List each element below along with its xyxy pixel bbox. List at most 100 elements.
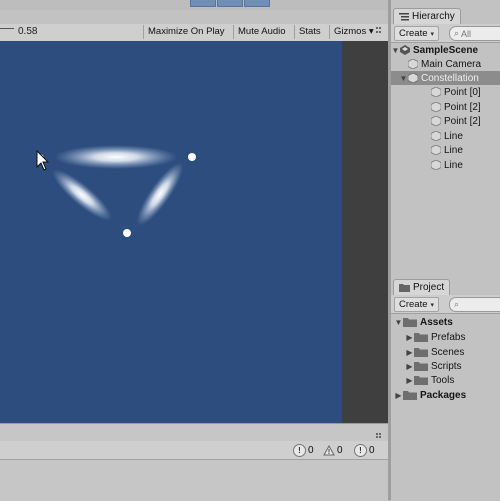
hierarchy-panel: Hierarchy Create ▾ ⌕ All ▼ SampleScene M… <box>391 8 500 278</box>
create-button[interactable]: Create ▾ <box>394 297 440 312</box>
expand-arrow-icon: ▶ <box>395 390 402 400</box>
folder-icon <box>414 376 428 385</box>
constellation-render <box>36 145 196 237</box>
unity-scene-icon <box>400 45 410 55</box>
pause-button[interactable] <box>217 0 243 7</box>
item-label: Main Camera <box>421 58 482 70</box>
item-label: Line <box>444 130 463 142</box>
game-viewport[interactable] <box>0 41 342 423</box>
point-dot <box>188 153 196 161</box>
warning-count-toggle[interactable]: 0 <box>323 443 343 457</box>
scene-name: SampleScene <box>413 44 479 56</box>
folder-label: Scenes <box>431 346 465 358</box>
folder-icon <box>399 284 410 292</box>
create-button[interactable]: Create ▾ <box>394 26 440 41</box>
folder-icon <box>403 391 417 400</box>
warning-count: 0 <box>337 444 343 456</box>
gizmos-button[interactable]: Gizmos ▾ <box>329 25 378 39</box>
tab-hierarchy[interactable]: Hierarchy <box>393 8 461 24</box>
search-placeholder: All <box>461 28 472 39</box>
hierarchy-item-point[interactable]: Point [2] <box>431 100 500 114</box>
folder-icon <box>414 348 428 357</box>
error-icon: ! <box>354 443 367 457</box>
hierarchy-item-constellation[interactable]: ▼ Constellation <box>391 71 500 85</box>
scale-slider[interactable] <box>0 28 14 29</box>
gameobject-icon <box>431 116 441 126</box>
panel-menu-icon[interactable] <box>376 27 384 36</box>
gameobject-icon <box>431 145 441 155</box>
hierarchy-search-input[interactable]: ⌕ All <box>449 26 500 41</box>
console-panel: ! 0 0 ! 0 <box>0 423 388 501</box>
gizmos-label: Gizmos <box>334 26 367 37</box>
collapse-arrow-icon: ▼ <box>394 317 403 327</box>
play-button[interactable] <box>190 0 216 7</box>
folder-label: Scripts <box>431 360 462 372</box>
line-glow <box>54 145 178 169</box>
folder-packages[interactable]: ▶ Packages <box>394 388 500 402</box>
panel-menu-icon[interactable] <box>376 433 384 439</box>
info-icon: ! <box>293 443 306 457</box>
scale-value: 0.58 <box>18 26 38 37</box>
hierarchy-item-point[interactable]: Point [0] <box>431 85 500 99</box>
console-toolbar: ! 0 0 ! 0 <box>0 441 388 460</box>
folder-assets[interactable]: ▼ Assets <box>394 315 500 329</box>
toolbar-strip <box>0 0 388 10</box>
gameobject-icon <box>431 102 441 112</box>
log-count: 0 <box>308 444 314 456</box>
folder-label: Prefabs <box>431 331 466 343</box>
folder-prefabs[interactable]: ▶ Prefabs <box>405 330 500 344</box>
folder-tools[interactable]: ▶ Tools <box>405 373 500 387</box>
chevron-down-icon: ▾ <box>430 301 435 309</box>
tab-project[interactable]: Project <box>393 279 451 295</box>
hierarchy-item-line[interactable]: Line <box>431 129 500 143</box>
line-glow <box>52 169 112 221</box>
gameobject-icon <box>431 131 441 141</box>
folder-scripts[interactable]: ▶ Scripts <box>405 359 500 373</box>
hierarchy-item-line[interactable]: Line <box>431 143 500 157</box>
gameobject-icon <box>408 59 418 69</box>
maximize-on-play-button[interactable]: Maximize On Play <box>143 25 229 39</box>
search-icon: ⌕ <box>454 299 460 309</box>
stats-button[interactable]: Stats <box>294 25 325 39</box>
folder-icon <box>403 318 417 327</box>
item-label: Constellation <box>421 72 479 84</box>
item-label: Point [0] <box>444 86 481 98</box>
mute-audio-button[interactable]: Mute Audio <box>233 25 290 39</box>
project-panel: Project Create ▾ ⌕ ▼ Assets ▶ Prefabs ▶ … <box>391 279 500 500</box>
folder-label: Tools <box>431 374 455 386</box>
viewport-margin <box>342 41 388 423</box>
folder-label: Packages <box>420 389 467 401</box>
item-label: Point [2] <box>444 115 481 127</box>
error-count: 0 <box>369 444 375 456</box>
line-glow <box>136 162 184 226</box>
expand-arrow-icon: ▶ <box>406 375 413 385</box>
collapse-arrow-icon: ▼ <box>399 73 408 83</box>
search-icon: ⌕ <box>454 28 460 38</box>
expand-arrow-icon: ▶ <box>406 361 413 371</box>
game-view-toolbar: 0.58 Maximize On Play Mute Audio Stats G… <box>0 24 388 42</box>
folder-scenes[interactable]: ▶ Scenes <box>405 345 500 359</box>
folder-icon <box>414 333 428 342</box>
log-count-toggle[interactable]: ! 0 <box>293 443 314 457</box>
tab-label: Hierarchy <box>412 11 455 22</box>
hierarchy-item-point[interactable]: Point [2] <box>431 114 500 128</box>
warning-icon <box>323 444 335 455</box>
chevron-down-icon: ▾ <box>368 26 374 37</box>
gameobject-icon <box>431 160 441 170</box>
project-toolbar: Create ▾ ⌕ <box>391 295 500 314</box>
hierarchy-item-line[interactable]: Line <box>431 158 500 172</box>
create-label: Create <box>399 28 428 39</box>
folder-label: Assets <box>420 316 453 328</box>
scene-row[interactable]: ▼ SampleScene <box>391 43 500 57</box>
step-button[interactable] <box>244 0 270 7</box>
folder-icon <box>414 362 428 371</box>
mouse-cursor-icon <box>36 149 50 171</box>
expand-arrow-icon: ▶ <box>406 347 413 357</box>
expand-arrow-icon: ▶ <box>406 332 413 342</box>
point-dot <box>123 229 131 237</box>
gameobject-icon <box>408 73 418 83</box>
gameobject-icon <box>431 87 441 97</box>
hierarchy-item-main-camera[interactable]: Main Camera <box>408 57 500 71</box>
error-count-toggle[interactable]: ! 0 <box>354 443 375 457</box>
project-search-input[interactable]: ⌕ <box>449 297 500 312</box>
